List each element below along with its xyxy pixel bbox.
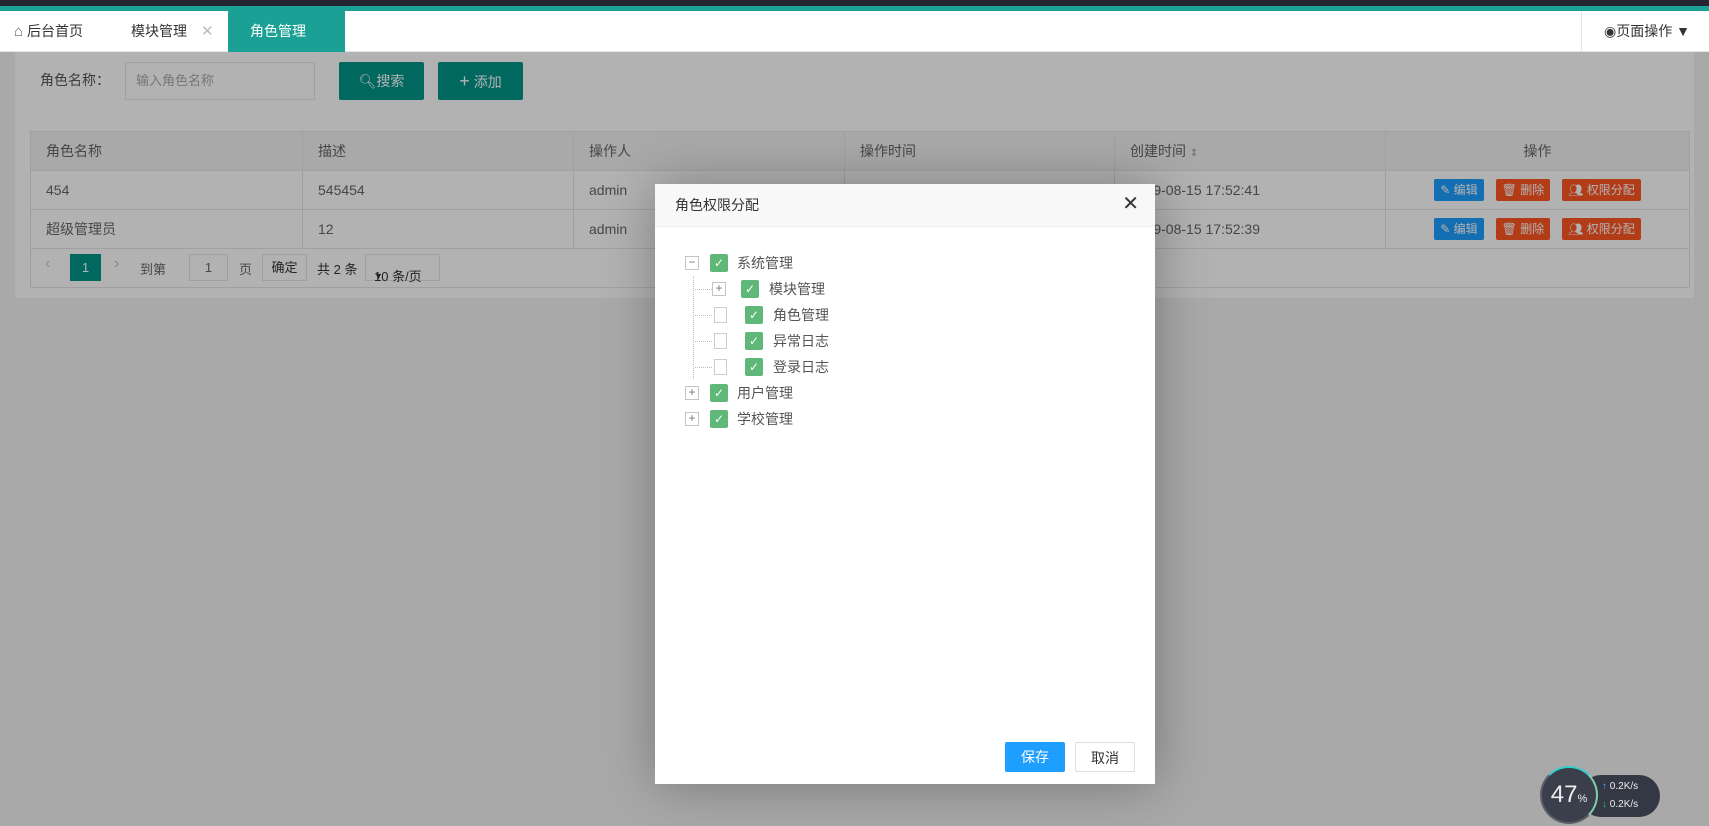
- rate-unit: K/s: [1623, 799, 1639, 810]
- down-value: 0.2: [1609, 799, 1624, 810]
- checkbox-checked[interactable]: ✓: [745, 358, 763, 376]
- arrow-up-icon: ↑: [1602, 781, 1607, 792]
- arrow-down-icon: ↓: [1602, 799, 1607, 810]
- tree-line: [693, 276, 694, 379]
- tree-line: [695, 289, 712, 290]
- checkbox-checked[interactable]: ✓: [710, 254, 728, 272]
- expand-icon[interactable]: +: [685, 412, 699, 426]
- upload-speed: ↑ 0.2K/s: [1602, 781, 1638, 792]
- tab-role[interactable]: 角色管理✕: [228, 11, 345, 81]
- node-label: 系统管理: [737, 255, 793, 271]
- collapse-icon[interactable]: −: [685, 256, 699, 270]
- caret-down-icon: ▼: [1676, 23, 1690, 39]
- checkbox-checked[interactable]: ✓: [710, 384, 728, 402]
- tree-line: [695, 367, 712, 368]
- target-icon: ◉: [1604, 23, 1617, 39]
- file-icon: [714, 333, 727, 349]
- tree-line: [695, 315, 712, 316]
- checkbox-checked[interactable]: ✓: [741, 280, 759, 298]
- checkbox-checked[interactable]: ✓: [745, 306, 763, 324]
- save-button[interactable]: 保存: [1005, 742, 1065, 772]
- tab-label: 后台首页: [26, 23, 83, 39]
- tab-home[interactable]: ⌂ 后台首页: [14, 11, 83, 52]
- checkbox-checked[interactable]: ✓: [745, 332, 763, 350]
- home-icon: ⌂: [14, 23, 24, 40]
- file-icon: [714, 359, 727, 375]
- download-speed: ↓ 0.2K/s: [1602, 799, 1638, 810]
- tab-label: 模块管理: [131, 23, 187, 39]
- cancel-button[interactable]: 取消: [1075, 742, 1135, 772]
- tab-module[interactable]: 模块管理 ✕: [131, 11, 214, 52]
- network-monitor-widget[interactable]: ↑ 0.2K/s ↓ 0.2K/s 47%: [1540, 766, 1660, 826]
- tree-line: [695, 341, 712, 342]
- close-icon[interactable]: ✕: [201, 23, 214, 40]
- permission-modal: 角色权限分配 ✕ − ✓ 系统管理 + ✓ 模块管理 ✓ 角色管理 ✓ 异常日志 ✓ 登录日志…: [655, 184, 1155, 784]
- tab-label: 角色管理: [250, 23, 306, 39]
- cpu-unit: %: [1577, 793, 1588, 805]
- node-label: 模块管理: [769, 281, 825, 297]
- up-value: 0.2: [1609, 781, 1624, 792]
- node-label: 异常日志: [773, 333, 829, 349]
- cpu-gauge: 47%: [1540, 766, 1598, 824]
- page-operations-dropdown[interactable]: ◉页面操作 ▼: [1581, 11, 1709, 52]
- modal-title: 角色权限分配: [655, 184, 1155, 227]
- page-ops-label: 页面操作: [1616, 23, 1673, 39]
- node-label: 学校管理: [737, 411, 793, 427]
- expand-icon[interactable]: +: [712, 282, 726, 296]
- cpu-value: 47: [1550, 781, 1578, 808]
- checkbox-checked[interactable]: ✓: [710, 410, 728, 428]
- file-icon: [714, 307, 727, 323]
- node-label: 登录日志: [773, 359, 829, 375]
- tab-bar: ⌂ 后台首页 模块管理 ✕ 角色管理✕ ◉页面操作 ▼: [0, 11, 1709, 81]
- close-icon[interactable]: ✕: [1122, 194, 1139, 214]
- expand-icon[interactable]: +: [685, 386, 699, 400]
- rate-unit: K/s: [1623, 781, 1639, 792]
- node-label: 用户管理: [737, 385, 793, 401]
- node-label: 角色管理: [773, 307, 829, 323]
